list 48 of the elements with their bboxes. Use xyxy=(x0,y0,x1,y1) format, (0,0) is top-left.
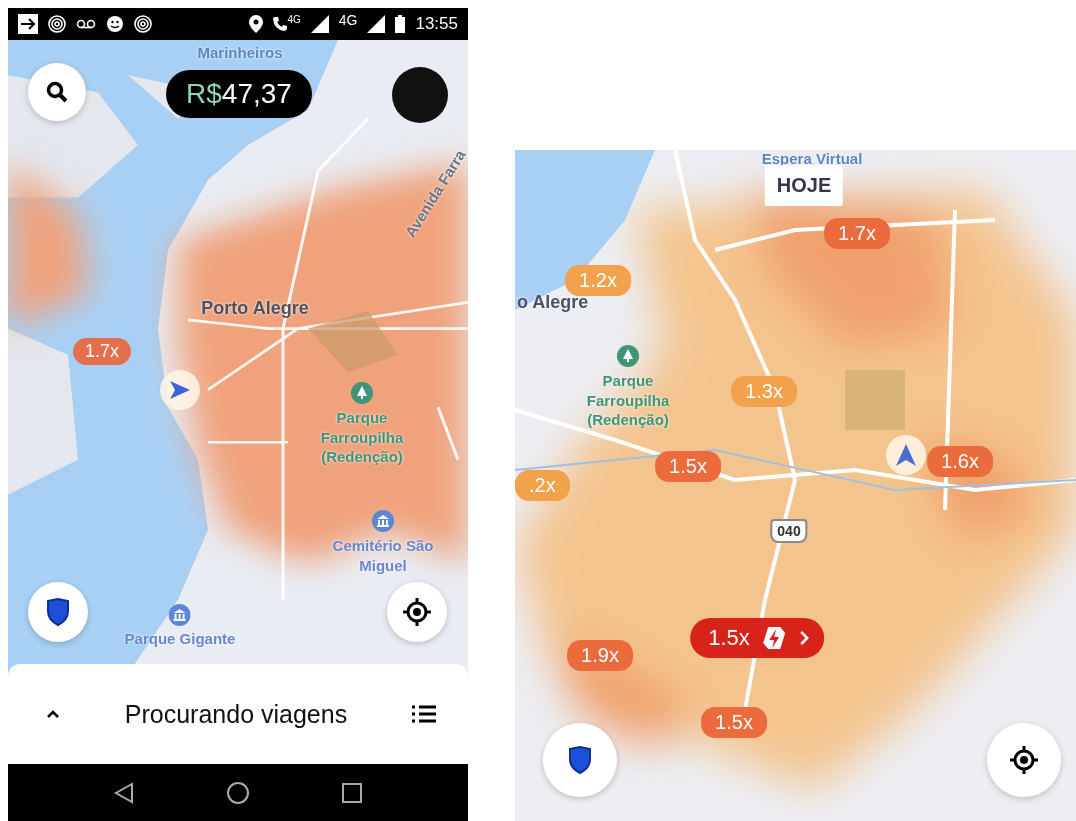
surge-badge: 1.6x xyxy=(927,446,993,477)
signal-icon xyxy=(310,15,329,33)
currency-symbol: R$ xyxy=(186,78,222,110)
location-pin-icon xyxy=(249,15,264,33)
navigation-arrow-icon xyxy=(170,381,190,399)
network-label: 4G xyxy=(287,14,301,25)
search-icon xyxy=(46,81,68,103)
map-label: Parque Farroupilha (Redenção) xyxy=(585,371,671,430)
map-label: Marinheiros xyxy=(197,44,283,61)
map-label: Cemitério São Miguel xyxy=(331,536,435,575)
crosshair-icon xyxy=(402,597,432,627)
navigation-arrow-icon xyxy=(896,444,916,466)
day-label: HOJE xyxy=(764,165,844,206)
shield-icon xyxy=(46,598,70,626)
earnings-pill[interactable]: R$47,37 xyxy=(166,70,312,118)
map-label: Espera Virtual xyxy=(761,150,863,167)
fingerprint-icon xyxy=(134,15,152,33)
surge-badge: 1.9x xyxy=(567,640,633,671)
surge-badge: 1.3x xyxy=(731,376,797,407)
boost-button[interactable]: 1.5x xyxy=(690,618,824,658)
home-icon[interactable] xyxy=(226,780,250,805)
surge-badge: 1.5x xyxy=(655,451,721,482)
tree-icon xyxy=(617,345,639,367)
voicemail-icon xyxy=(76,19,96,29)
tree-icon xyxy=(351,382,373,404)
phone-icon xyxy=(273,16,288,32)
recents-icon[interactable] xyxy=(342,782,362,803)
smiley-icon xyxy=(106,15,124,33)
museum-icon xyxy=(372,510,394,532)
crosshair-icon xyxy=(1009,745,1039,775)
fingerprint-icon xyxy=(48,15,66,33)
surge-badge: 1.7x xyxy=(824,218,890,249)
sheet-title: Procurando viagens xyxy=(123,699,349,729)
museum-icon xyxy=(169,604,191,626)
road-shield: 040 xyxy=(770,519,808,543)
back-icon[interactable] xyxy=(114,781,134,804)
surge-badge: .2x xyxy=(515,470,570,501)
surge-badge: 1.2x xyxy=(565,265,631,296)
shield-icon xyxy=(568,746,592,774)
list-icon xyxy=(412,704,436,724)
map-label: Parque Farroupilha (Redenção) xyxy=(319,408,405,467)
signal-icon xyxy=(367,15,386,33)
chevron-up-icon xyxy=(46,709,60,719)
clock-time: 13:55 xyxy=(415,14,458,34)
network-label: 4G xyxy=(338,12,358,28)
earnings-amount: 47,37 xyxy=(221,78,292,110)
battery-icon xyxy=(395,15,406,33)
surge-badge: 1.5x xyxy=(701,707,767,738)
